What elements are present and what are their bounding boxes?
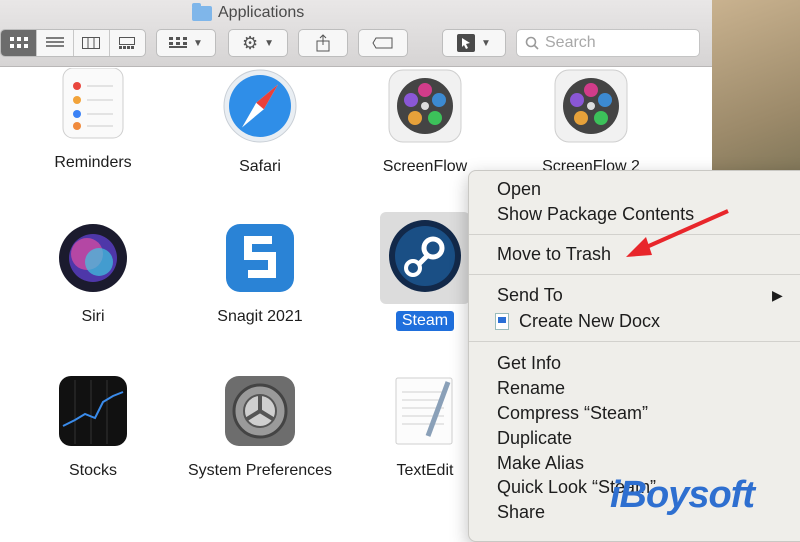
menu-item-rename[interactable]: Rename: [497, 378, 565, 399]
app-label: Snagit 2021: [217, 308, 303, 325]
menu-item-send-to[interactable]: Send To: [497, 285, 563, 306]
film-reel-icon: [554, 69, 628, 143]
menu-separator: [469, 274, 800, 275]
app-label: Safari: [239, 158, 281, 175]
gallery-view-button[interactable]: [110, 30, 145, 56]
app-label: Reminders: [54, 154, 132, 171]
chevron-down-icon: ▼: [264, 37, 275, 49]
menu-item-create-new-docx[interactable]: Create New Docx: [495, 311, 660, 332]
menu-item-get-info[interactable]: Get Info: [497, 353, 561, 374]
list-view-button[interactable]: [37, 30, 74, 56]
menu-item-share[interactable]: Share: [497, 502, 545, 523]
menu-item-open[interactable]: Open: [497, 179, 541, 200]
grid-icon: [9, 37, 28, 48]
menu-item-label: Create New Docx: [519, 311, 661, 331]
window-title: Applications: [192, 2, 304, 24]
docx-file-icon: [495, 313, 509, 330]
share-button[interactable]: [298, 29, 348, 57]
search-icon: [525, 36, 539, 50]
app-label: Siri: [81, 308, 105, 325]
app-stocks[interactable]: Stocks: [18, 374, 168, 481]
app-screenflow[interactable]: ScreenFlow: [350, 68, 500, 177]
menu-item-move-to-trash[interactable]: Move to Trash: [497, 244, 611, 265]
app-safari[interactable]: Safari: [185, 68, 335, 177]
menu-item-make-alias[interactable]: Make Alias: [497, 453, 584, 474]
folder-icon: [192, 2, 212, 21]
app-snagit[interactable]: Snagit 2021: [185, 222, 335, 327]
film-reel-icon: [388, 69, 462, 143]
app-label: System Preferences: [187, 462, 333, 479]
iboysoft-watermark: iBoysoft: [610, 474, 755, 516]
window-title-text: Applications: [218, 4, 305, 21]
chevron-down-icon: ▼: [481, 37, 491, 49]
search-field[interactable]: Search: [516, 29, 700, 57]
reminders-icon: [62, 67, 124, 139]
gallery-icon: [119, 37, 136, 49]
share-icon: [316, 34, 330, 52]
cursor-icon: [457, 34, 476, 52]
app-screenflow-2[interactable]: ScreenFlow 2: [516, 68, 666, 177]
app-system-preferences[interactable]: System Preferences: [185, 374, 335, 481]
menu-item-compress[interactable]: Compress “Steam”: [497, 403, 648, 424]
quick-actions-button[interactable]: ▼: [442, 29, 506, 57]
chevron-down-icon: ▼: [193, 37, 203, 49]
search-placeholder: Search: [545, 34, 596, 51]
action-button[interactable]: ⚙ ▼: [228, 29, 288, 57]
gear-icon: ⚙: [241, 32, 259, 53]
stocks-icon: [59, 376, 127, 446]
column-view-button[interactable]: [74, 30, 110, 56]
app-siri[interactable]: Siri: [18, 222, 168, 327]
finder-toolbar: Applications ▼ ⚙ ▼ ▼ Search: [0, 0, 712, 67]
list-icon: [45, 37, 64, 47]
app-reminders[interactable]: Reminders: [18, 67, 168, 173]
submenu-arrow-icon: ▶: [772, 287, 783, 303]
gear-icon: [225, 376, 295, 446]
tags-button[interactable]: [358, 29, 408, 57]
icon-view-button[interactable]: [1, 30, 38, 56]
siri-icon: [59, 224, 127, 292]
menu-separator: [469, 341, 800, 342]
textedit-icon: [395, 377, 453, 445]
steam-icon: [389, 220, 461, 292]
snagit-icon: [226, 224, 294, 292]
app-label: Stocks: [68, 462, 117, 479]
annotation-arrow-icon: [626, 209, 729, 257]
columns-icon: [82, 37, 101, 49]
menu-item-duplicate[interactable]: Duplicate: [497, 428, 572, 449]
steam-selected-label: Steam: [395, 311, 455, 331]
compass-icon: [223, 69, 297, 143]
group-grid-icon: [169, 37, 188, 48]
group-by-button[interactable]: ▼: [156, 29, 216, 57]
tag-icon: [372, 37, 393, 49]
view-mode-selector: [0, 29, 146, 57]
